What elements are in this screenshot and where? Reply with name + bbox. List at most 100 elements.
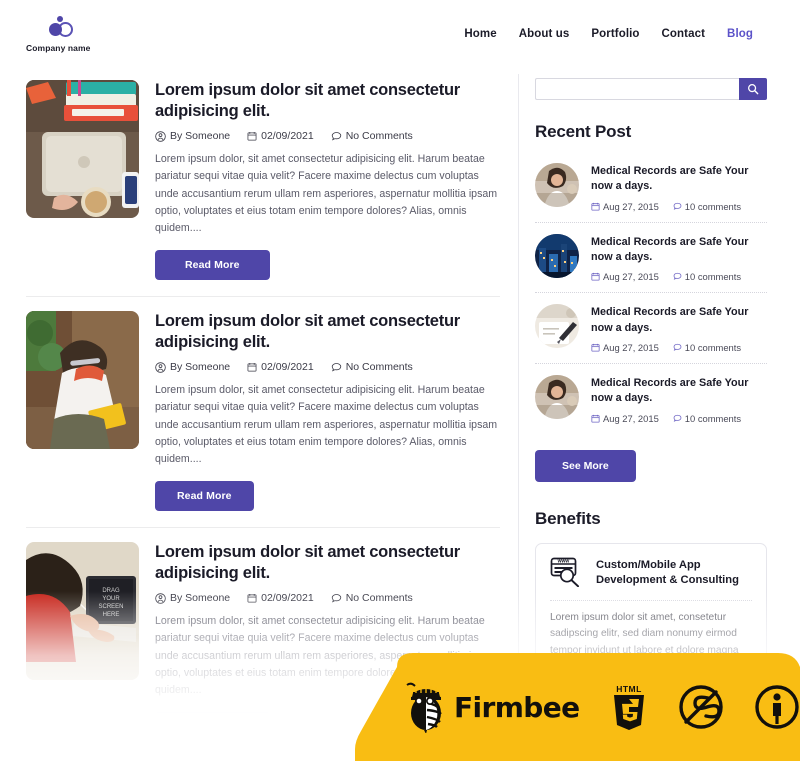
post-action: Read More: [155, 237, 500, 281]
brand-logo[interactable]: Company name: [26, 15, 91, 53]
calendar-icon: [591, 414, 600, 423]
benefit-divider: [550, 599, 752, 601]
post-date: 02/09/2021: [247, 361, 314, 373]
recent-post-body: Medical Records are Safe Your now a days…: [591, 163, 767, 212]
comment-bubble-icon: [331, 131, 341, 141]
search-button[interactable]: [739, 78, 767, 100]
recent-post-heading: Recent Post: [535, 122, 632, 141]
comment-bubble-icon: [331, 362, 341, 372]
post-meta: By Someone 02/09/2021 No Comments: [155, 592, 500, 604]
read-more-button[interactable]: Read More: [155, 712, 270, 743]
recent-post-title: Medical Records are Safe Your now a days…: [591, 376, 749, 405]
post-title[interactable]: Lorem ipsum dolor sit amet consectetur a…: [155, 542, 500, 583]
svg-text:SCREEN: SCREEN: [98, 604, 123, 610]
see-more-button[interactable]: See More: [535, 449, 636, 482]
post-meta: By Someone 02/09/2021 No Comments: [155, 361, 500, 373]
post-date-label: 02/09/2021: [261, 130, 314, 143]
svg-text:www: www: [557, 558, 570, 564]
benefits-heading: Benefits: [535, 508, 601, 528]
post-content: Lorem ipsum dolor sit amet consectetur a…: [155, 80, 500, 281]
post-content: Lorem ipsum dolor sit amet consectetur a…: [155, 311, 500, 512]
nav-item-blog[interactable]: Blog: [727, 28, 753, 40]
post-thumbnail[interactable]: DRAG YOUR SCREEN HERE: [26, 542, 139, 681]
see-more-action: See More: [535, 449, 767, 482]
post-author: By Someone: [155, 130, 230, 142]
post-comments-label: No Comments: [345, 592, 413, 605]
comment-bubble-icon: [673, 414, 682, 422]
recent-post-list: Medical Records are Safe Your now a days…: [535, 152, 767, 434]
firmbee-wordmark: Firmbee: [454, 690, 580, 724]
user-circle-icon: [155, 593, 166, 604]
post-date-label: 02/09/2021: [261, 361, 314, 374]
recent-post-thumbnail: [535, 374, 579, 419]
post-comments-label: No Comments: [345, 130, 413, 143]
recent-post-title: Medical Records are Safe Your now a days…: [591, 165, 749, 193]
recent-post-item[interactable]: Medical Records are Safe Your now a days…: [535, 362, 767, 434]
post-title[interactable]: Lorem ipsum dolor sit amet consectetur a…: [155, 80, 500, 121]
benefit-title: Custom/Mobile App Development & Consulti…: [596, 558, 739, 587]
benefit-card-header: www Custom/Mobile App Development & Cons…: [550, 557, 752, 589]
html5-label: HTML: [616, 684, 642, 694]
recent-post-thumbnail: [535, 304, 579, 349]
recent-post-date-label: Aug 27, 2015: [603, 200, 659, 212]
recent-post-item[interactable]: Medical Records are Safe Your now a days…: [535, 152, 767, 222]
post-thumbnail[interactable]: [26, 80, 139, 218]
post-comments: No Comments: [331, 130, 413, 142]
recent-post-meta: Aug 27, 2015 10 comments: [591, 342, 767, 353]
recent-post-title: Medical Records are Safe Your now a days…: [591, 306, 749, 334]
search-form: [535, 78, 767, 100]
recent-post-comments: 10 comments: [673, 271, 741, 282]
brand-name: Company name: [26, 42, 91, 53]
html5-shield-icon[interactable]: HTML: [610, 683, 648, 731]
post-item: Lorem ipsum dolor sit amet consectetur a…: [26, 296, 500, 527]
post-author: By Someone: [155, 592, 230, 604]
calendar-icon: [591, 273, 600, 281]
recent-post-title: Medical Records are Safe Your now a days…: [591, 235, 749, 263]
recent-post-item[interactable]: Medical Records are Safe Your now a days…: [535, 221, 767, 293]
read-more-button[interactable]: Read More: [155, 250, 270, 281]
recent-post-meta: Aug 27, 2015 10 comments: [591, 413, 767, 424]
banner-content: Firmbee HTML: [355, 653, 800, 761]
nav-item-portfolio[interactable]: Portfolio: [591, 28, 639, 40]
browser-window-magnifier-icon: www: [550, 557, 584, 587]
post-author-label: By Someone: [170, 361, 231, 374]
firmbee-bee-mascot-icon: [406, 682, 442, 733]
post-date: 02/09/2021: [247, 130, 314, 142]
post-excerpt: Lorem ipsum dolor, sit amet consectetur …: [155, 384, 498, 465]
crossed-circle-icon[interactable]: [678, 684, 724, 730]
recent-post-body: Medical Records are Safe Your now a days…: [591, 375, 767, 424]
read-more-button[interactable]: Read More: [155, 481, 254, 512]
firmbee-logo[interactable]: Firmbee: [405, 681, 580, 733]
blog-page: Company name Home About us Portfolio Con…: [0, 0, 800, 761]
recent-post-item[interactable]: Medical Records are Safe Your now a days…: [535, 292, 767, 363]
post-thumbnail[interactable]: [26, 311, 139, 450]
nav-item-contact[interactable]: Contact: [662, 28, 706, 40]
search-icon: [748, 84, 759, 95]
comment-bubble-icon: [331, 593, 341, 603]
comment-bubble-icon: [673, 343, 682, 351]
recent-post-thumbnail: [535, 233, 579, 278]
svg-text:HERE: HERE: [103, 612, 120, 618]
user-circle-icon: [155, 131, 166, 142]
recent-post-date-label: Aug 27, 2015: [603, 271, 659, 283]
post-title[interactable]: Lorem ipsum dolor sit amet consectetur a…: [155, 311, 500, 352]
recent-post-thumbnail: [535, 163, 579, 207]
comment-bubble-icon: [673, 202, 682, 210]
person-in-circle-icon[interactable]: [754, 684, 800, 730]
post-excerpt: Lorem ipsum dolor, sit amet consectetur …: [155, 153, 498, 234]
post-date: 02/09/2021: [247, 592, 314, 604]
calendar-icon: [247, 594, 257, 603]
recent-post-body: Medical Records are Safe Your now a days…: [591, 304, 767, 353]
nav-item-about-us[interactable]: About us: [519, 28, 570, 40]
post-item: Lorem ipsum dolor sit amet consectetur a…: [26, 66, 500, 296]
recent-post-date: Aug 27, 2015: [591, 271, 659, 282]
search-input[interactable]: [535, 78, 739, 100]
post-comments-label: No Comments: [345, 361, 413, 374]
firmbee-banner: Firmbee HTML: [355, 653, 800, 761]
recent-post-date-label: Aug 27, 2015: [603, 412, 659, 424]
nav-item-home[interactable]: Home: [464, 28, 496, 40]
recent-post-comments-label: 10 comments: [684, 412, 742, 424]
post-author-label: By Someone: [170, 130, 231, 143]
main-navigation: Home About us Portfolio Contact Blog: [464, 28, 753, 40]
post-comments: No Comments: [331, 361, 413, 373]
